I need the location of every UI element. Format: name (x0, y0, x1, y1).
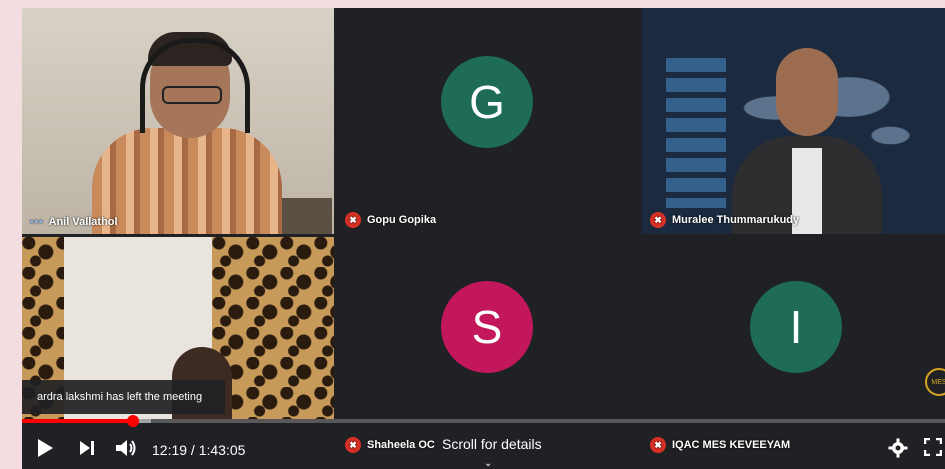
progress-bar[interactable] (22, 415, 945, 427)
settings-icon (888, 438, 908, 458)
participant-name: Muralee Thummarukudy (672, 214, 800, 226)
participant-avatar: S (441, 281, 533, 373)
participant-name-tag: ✖ Gopu Gopika (345, 212, 436, 228)
volume-button[interactable] (114, 438, 138, 458)
mic-off-icon: ✖ (650, 212, 666, 228)
next-button[interactable] (78, 438, 96, 458)
toast-message: ardra lakshmi has left the meeting (37, 391, 203, 403)
progress-fill (22, 419, 133, 423)
player-controls: 12:19 / 1:43:05 Scroll for details ⌄ (22, 428, 945, 469)
participant-name: Anil Vallathol (48, 216, 118, 228)
participant-tile-2[interactable]: G ✖ Gopu Gopika (337, 8, 637, 234)
participant-name: Gopu Gopika (367, 214, 437, 226)
participant-avatar: I (750, 281, 842, 373)
participant-tile-1[interactable]: ••• Anil Vallathol (22, 8, 334, 234)
time-display: 12:19 / 1:43:05 (152, 442, 246, 458)
participant-name-tag: ✖ Muralee Thummarukudy (650, 212, 799, 228)
play-button[interactable] (36, 438, 54, 458)
fullscreen-button[interactable] (924, 438, 942, 456)
meeting-toast: ardra lakshmi has left the meeting (22, 380, 225, 414)
participant-avatar: G (441, 56, 533, 148)
video-person-body (92, 128, 282, 234)
speaking-dots-icon: ••• (30, 216, 44, 228)
scroll-hint[interactable]: Scroll for details (442, 436, 542, 452)
participant-name-tag: ••• Anil Vallathol (30, 216, 118, 228)
settings-button[interactable] (888, 438, 908, 458)
fullscreen-icon (924, 438, 942, 456)
participant-tile-3[interactable]: ✖ Muralee Thummarukudy (642, 8, 945, 234)
channel-logo-icon: MES (925, 368, 945, 396)
video-person-head (776, 48, 838, 136)
play-icon (38, 439, 53, 457)
meeting-video-frame[interactable]: ••• Anil Vallathol G ✖ Gopu Gopika ✖ Mur… (22, 8, 945, 469)
video-screens (666, 58, 726, 208)
next-icon (80, 441, 94, 455)
chevron-down-icon: ⌄ (484, 458, 493, 469)
mic-off-icon: ✖ (345, 212, 361, 228)
volume-icon (116, 440, 136, 456)
progress-scrubber[interactable] (126, 415, 139, 427)
video-glasses (162, 86, 222, 104)
